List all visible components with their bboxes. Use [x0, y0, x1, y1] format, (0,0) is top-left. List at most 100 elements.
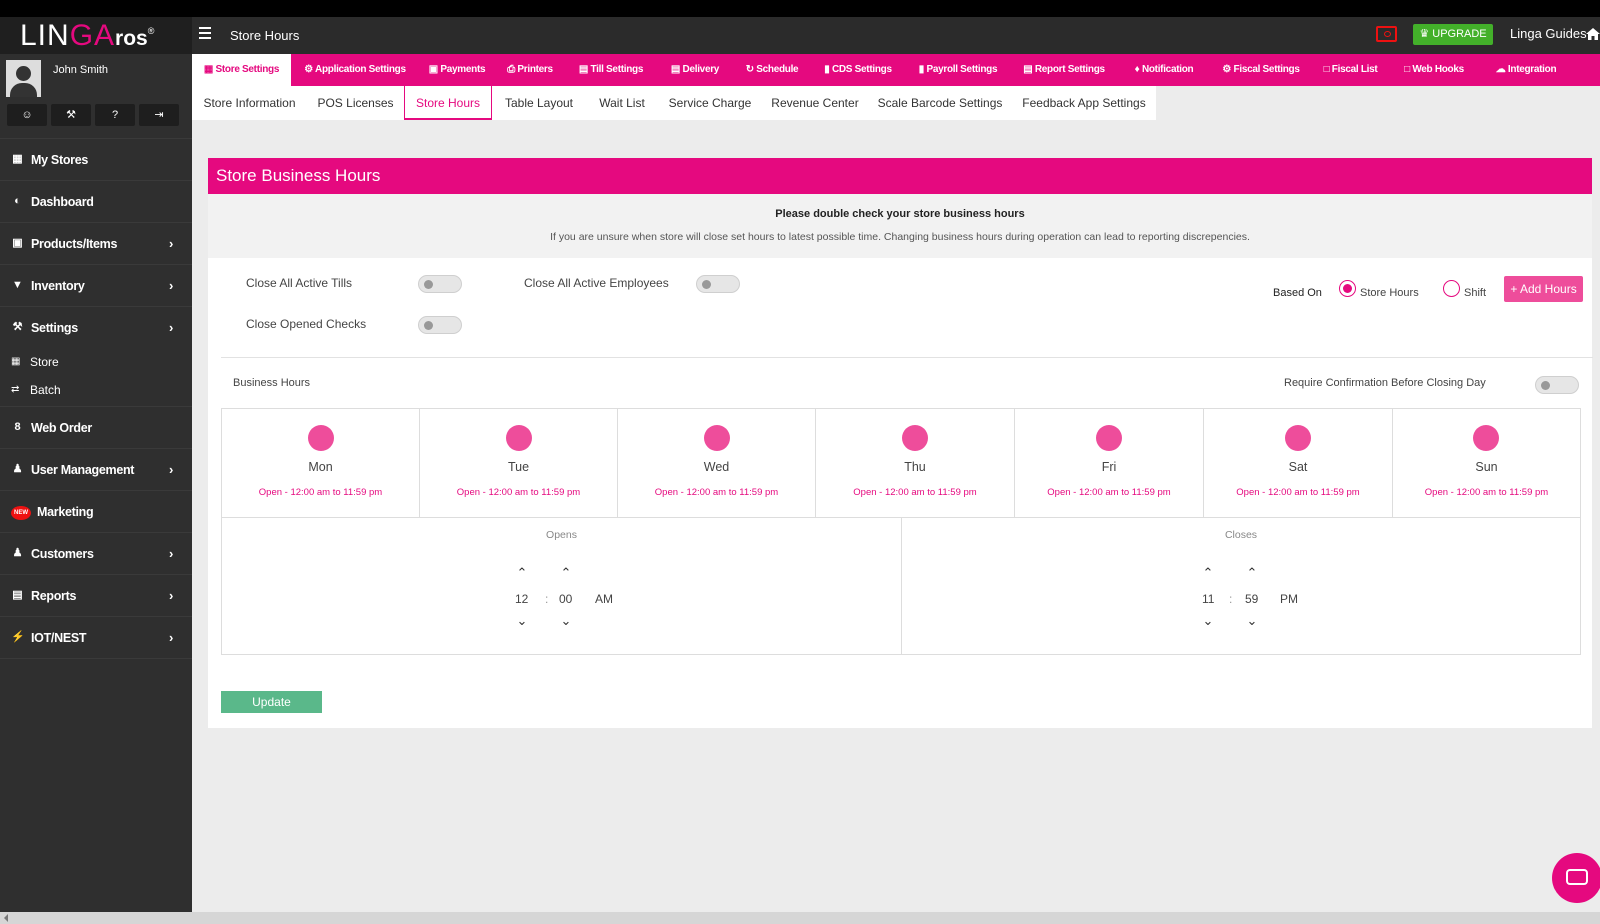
opens-minute[interactable]: 00 — [559, 592, 572, 606]
opens-hour-up-icon[interactable]: ⌃ — [515, 566, 529, 580]
shift-radio[interactable] — [1443, 280, 1460, 297]
sidebar-subitem-batch[interactable]: ⇄ Batch — [0, 376, 192, 404]
users-icon: ♟ — [12, 463, 23, 475]
close-tills-toggle[interactable] — [418, 275, 462, 293]
subtab-scale-barcode-settings[interactable]: Scale Barcode Settings — [868, 86, 1012, 120]
tab-fiscal-settings[interactable]: ⚙ Fiscal Settings — [1211, 54, 1311, 86]
monitor-alert-icon[interactable] — [1376, 26, 1397, 42]
sidebar-item-user-management[interactable]: ♟ User Management › — [0, 448, 192, 490]
subtab-feedback-app-settings[interactable]: Feedback App Settings — [1012, 86, 1156, 120]
sidebar-subitem-store[interactable]: ▦ Store — [0, 348, 192, 376]
profile-button[interactable]: ☺ — [7, 104, 47, 126]
tab-web-hooks[interactable]: □ Web Hooks — [1390, 54, 1478, 86]
tab-report-settings[interactable]: ▤ Report Settings — [1011, 54, 1117, 86]
tools-button[interactable]: ⚒ — [51, 104, 91, 126]
tab-payroll-settings[interactable]: ▮ Payroll Settings — [905, 54, 1011, 86]
sidebar-subitem-label: Batch — [30, 383, 61, 397]
store-hours-radio[interactable] — [1339, 280, 1356, 297]
horizontal-scrollbar[interactable] — [0, 912, 1600, 924]
tab-till-settings[interactable]: ▤ Till Settings — [565, 54, 657, 86]
close-employees-toggle[interactable] — [696, 275, 740, 293]
sidebar-item-dashboard[interactable]: ◐ Dashboard — [0, 180, 192, 222]
closes-hour-up-icon[interactable]: ⌃ — [1201, 566, 1215, 580]
tab-payments[interactable]: ▣ Payments — [419, 54, 495, 86]
wrench-icon: ⚒ — [12, 321, 23, 333]
closes-minute-down-icon[interactable]: ⌄ — [1245, 614, 1259, 628]
linga-guides-link[interactable]: Linga Guides — [1510, 17, 1587, 51]
day-selected-dot[interactable] — [308, 425, 334, 451]
home-icon[interactable] — [1586, 28, 1600, 40]
tab-printers[interactable]: ⎙ Printers — [495, 54, 565, 86]
tab-notification[interactable]: ♦ Notification — [1117, 54, 1211, 86]
tab-delivery[interactable]: ▤ Delivery — [657, 54, 733, 86]
day-wednesday[interactable]: Wed Open - 12:00 am to 11:59 pm — [618, 409, 816, 517]
chat-widget-button[interactable] — [1552, 853, 1600, 903]
tab-store-settings[interactable]: ▦ Store Settings — [192, 54, 291, 86]
day-selected-dot[interactable] — [1096, 425, 1122, 451]
close-employees-label: Close All Active Employees — [524, 276, 669, 290]
day-selected-dot[interactable] — [1285, 425, 1311, 451]
opens-hour-down-icon[interactable]: ⌄ — [515, 614, 529, 628]
day-sunday[interactable]: Sun Open - 12:00 am to 11:59 pm — [1393, 409, 1580, 517]
day-friday[interactable]: Fri Open - 12:00 am to 11:59 pm — [1015, 409, 1204, 517]
day-selected-dot[interactable] — [1473, 425, 1499, 451]
sidebar-item-web-order[interactable]: 8 Web Order — [0, 406, 192, 448]
close-checks-toggle[interactable] — [418, 316, 462, 334]
tab-fiscal-list[interactable]: □ Fiscal List — [1311, 54, 1390, 86]
day-thursday[interactable]: Thu Open - 12:00 am to 11:59 pm — [816, 409, 1015, 517]
sidebar-item-marketing[interactable]: NEW Marketing — [0, 490, 192, 532]
sidebar-item-inventory[interactable]: ▼ Inventory › — [0, 264, 192, 306]
logo-text: LIN — [20, 19, 70, 52]
day-selected-dot[interactable] — [506, 425, 532, 451]
opens-picker: Opens ⌃ ⌃ 12 : 00 AM ⌄ ⌄ — [222, 518, 902, 654]
closes-hour[interactable]: 11 — [1202, 592, 1214, 606]
sidebar-item-label: Marketing — [37, 505, 94, 519]
opens-minute-down-icon[interactable]: ⌄ — [559, 614, 573, 628]
tab-schedule[interactable]: ↻ Schedule — [733, 54, 811, 86]
subtab-store-information[interactable]: Store Information — [192, 86, 307, 120]
help-button[interactable]: ? — [95, 104, 135, 126]
sidebar-item-customers[interactable]: ♟ Customers › — [0, 532, 192, 574]
subtab-revenue-center[interactable]: Revenue Center — [762, 86, 868, 120]
linga-logo[interactable]: LINGAros® — [0, 17, 192, 54]
header-bar: LINGAros® Store Hours ♛ UPGRADE Linga Gu… — [0, 17, 1600, 54]
user-box: John Smith — [0, 54, 192, 103]
day-saturday[interactable]: Sat Open - 12:00 am to 11:59 pm — [1204, 409, 1393, 517]
subtab-pos-licenses[interactable]: POS Licenses — [307, 86, 404, 120]
require-confirmation-toggle[interactable] — [1535, 376, 1579, 394]
day-name: Fri — [1101, 460, 1117, 474]
tab-application-settings[interactable]: ⚙ Application Settings — [291, 54, 419, 86]
tab-label: Report Settings — [1034, 64, 1105, 75]
bell-icon: ♦ — [1134, 64, 1142, 75]
closes-period[interactable]: PM — [1280, 592, 1298, 606]
day-selected-dot[interactable] — [704, 425, 730, 451]
day-hours: Open - 12:00 am to 11:59 pm — [1236, 487, 1360, 498]
subtab-wait-list[interactable]: Wait List — [586, 86, 658, 120]
closes-minute[interactable]: 59 — [1245, 592, 1258, 606]
tab-integration[interactable]: ☁ Integration — [1478, 54, 1574, 86]
sidebar-item-my-stores[interactable]: ▦ My Stores — [0, 138, 192, 180]
subtab-table-layout[interactable]: Table Layout — [492, 86, 586, 120]
closes-hour-down-icon[interactable]: ⌄ — [1201, 614, 1215, 628]
day-tuesday[interactable]: Tue Open - 12:00 am to 11:59 pm — [420, 409, 618, 517]
update-button[interactable]: Update — [221, 691, 322, 713]
subtab-store-hours[interactable]: Store Hours — [404, 86, 492, 120]
tab-cds-settings[interactable]: ▮ CDS Settings — [811, 54, 905, 86]
menu-toggle-icon[interactable] — [199, 27, 211, 41]
logout-button[interactable]: ⇥ — [139, 104, 179, 126]
day-selected-dot[interactable] — [902, 425, 928, 451]
sidebar-item-reports[interactable]: ▤ Reports › — [0, 574, 192, 616]
closes-minute-up-icon[interactable]: ⌃ — [1245, 566, 1259, 580]
add-hours-button[interactable]: + Add Hours — [1504, 276, 1583, 302]
opens-minute-up-icon[interactable]: ⌃ — [559, 566, 573, 580]
tab-label: Notification — [1141, 64, 1194, 75]
day-monday[interactable]: Mon Open - 12:00 am to 11:59 pm — [222, 409, 420, 517]
sidebar-item-iot-nest[interactable]: ⚡ IOT/NEST › — [0, 616, 192, 658]
sidebar-item-products[interactable]: ▣ Products/Items › — [0, 222, 192, 264]
upgrade-button[interactable]: ♛ UPGRADE — [1413, 24, 1493, 45]
subtab-service-charge[interactable]: Service Charge — [658, 86, 762, 120]
opens-hour[interactable]: 12 — [515, 592, 528, 606]
tab-label: Store Settings — [215, 64, 280, 75]
opens-period[interactable]: AM — [595, 592, 613, 606]
sidebar-item-settings[interactable]: ⚒ Settings › — [0, 306, 192, 348]
